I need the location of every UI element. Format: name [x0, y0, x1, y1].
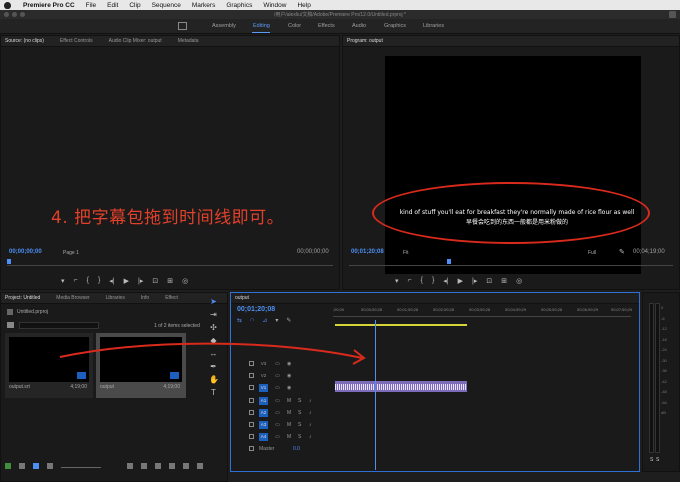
- drag-arrow-overlay: [59, 342, 366, 365]
- drag-arrow-path: [59, 342, 363, 359]
